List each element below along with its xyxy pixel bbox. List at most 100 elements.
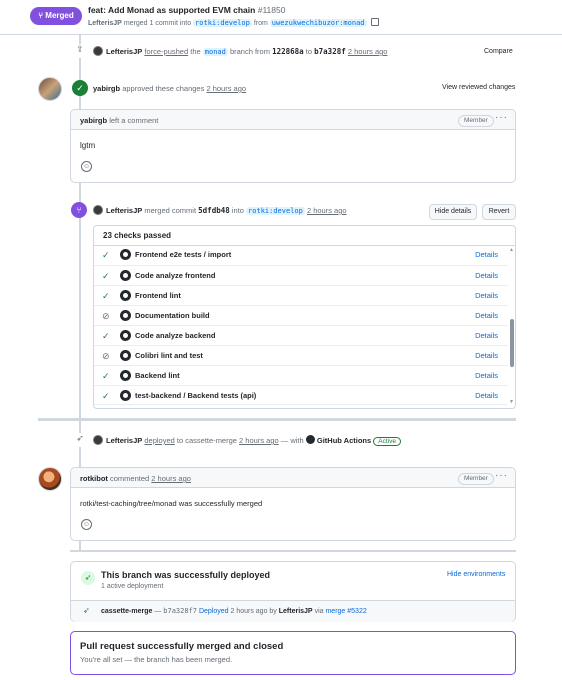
bot-comment: rotkibot commented 2 hours ago Member ··… (70, 467, 516, 541)
check-row: ✓ test-backend / Backend tests (api) Detai… (94, 385, 508, 405)
merge-icon: ⑂ (38, 11, 44, 20)
check-name: test-backend / Backend tests (api) (135, 391, 257, 400)
view-reviewed-changes-button[interactable]: View reviewed changes (442, 84, 515, 91)
member-badge: Member (458, 115, 494, 127)
more-options-icon[interactable]: ··· (495, 470, 508, 481)
check-name: Frontend e2e tests / import (135, 250, 232, 259)
branch-chip[interactable]: monad (202, 48, 228, 56)
check-details-link[interactable]: Details (475, 250, 498, 259)
review-comment: yabirgb left a comment Member ··· lgtm ☺ (70, 109, 516, 183)
github-actions-icon (120, 310, 131, 321)
check-success-icon: ✓ (102, 291, 110, 301)
comment-header: yabirgb left a comment Member ··· (71, 110, 515, 130)
pr-meta: LefterisJP merged 1 commit into rotki:de… (88, 18, 380, 27)
more-options-icon[interactable]: ··· (495, 112, 508, 123)
check-name: Code analyze backend (135, 331, 216, 340)
check-name: Colibri lint and test (135, 351, 203, 360)
comment-body: lgtm (80, 141, 96, 150)
timeline-break (38, 418, 516, 421)
check-row: ✓ Backend lint Details (94, 365, 508, 385)
checks-summary: 23 checks passed (103, 231, 172, 240)
github-actions-icon (120, 350, 131, 361)
deployment-box: ➶ This branch was successfully deployed … (70, 561, 516, 622)
hide-details-button[interactable]: Hide details (429, 204, 477, 220)
head-branch[interactable]: uwezukwechibuzor:monad (269, 19, 367, 27)
check-name: Documentation build (135, 311, 210, 320)
github-actions-icon (120, 249, 131, 260)
force-push-event: LefterisJP force-pushed the monad branch… (93, 46, 387, 56)
active-badge: Active (373, 437, 401, 446)
push-icon: ⇪ (72, 44, 88, 58)
check-row: ⊘ Documentation build Details (94, 305, 508, 325)
member-badge: Member (458, 473, 494, 485)
merged-status-box: Pull request successfully merged and clo… (70, 631, 516, 675)
check-details-link[interactable]: Details (475, 291, 498, 300)
merge-icon: ⑂ (71, 202, 87, 218)
copy-icon[interactable] (371, 18, 380, 26)
check-success-icon: ✓ (102, 271, 110, 281)
merge-event: LefterisJP merged commit 5dfdb48 into ro… (93, 205, 347, 215)
merged-status-title: Pull request successfully merged and clo… (80, 641, 284, 652)
check-name: Backend lint (135, 371, 180, 380)
rocket-icon: ➶ (83, 606, 90, 615)
check-skipped-icon: ⊘ (102, 351, 110, 361)
github-actions-icon (120, 330, 131, 341)
check-success-icon: ✓ (102, 331, 110, 341)
check-row: ✓ Code analyze backend Details (94, 325, 508, 345)
hide-environments-link[interactable]: Hide environments (447, 571, 505, 578)
check-details-link[interactable]: Details (475, 391, 498, 400)
check-success-icon: ✓ (102, 250, 110, 260)
merged-badge: ⑂ Merged (30, 7, 82, 25)
check-details-link[interactable]: Details (475, 351, 498, 360)
deploy-event: LefterisJP deployed to cassette-merge 2 … (93, 435, 401, 446)
scroll-down-icon[interactable]: ▼ (509, 399, 514, 405)
check-details-link[interactable]: Details (475, 371, 498, 380)
header-divider (0, 34, 562, 35)
rocket-icon: ➶ (81, 571, 95, 585)
check-details-link[interactable]: Details (475, 311, 498, 320)
compare-button[interactable]: Compare (484, 48, 513, 55)
check-details-link[interactable]: Details (475, 271, 498, 280)
avatar[interactable] (93, 435, 103, 445)
comment-header: rotkibot commented 2 hours ago Member ··… (71, 468, 515, 488)
avatar[interactable] (38, 77, 62, 101)
deployment-title: This branch was successfully deployed (101, 570, 271, 580)
github-actions-icon (120, 290, 131, 301)
merged-status-subtitle: You're all set — the branch has been mer… (80, 655, 233, 664)
scroll-up-icon[interactable]: ▲ (509, 247, 514, 253)
check-success-icon: ✓ (102, 391, 110, 401)
check-name: Frontend lint (135, 291, 181, 300)
pr-author-link[interactable]: LefterisJP (88, 20, 122, 27)
avatar[interactable] (93, 46, 103, 56)
check-skipped-icon: ⊘ (102, 311, 110, 321)
rocket-icon: ➶ (72, 433, 88, 447)
github-actions-icon (120, 270, 131, 281)
pr-title: feat: Add Monad as supported EVM chain #… (88, 5, 286, 15)
deployment-env-details: cassette-merge — b7a328f7 Deployed 2 hou… (101, 607, 367, 615)
check-list-overflow (94, 404, 507, 405)
avatar[interactable] (93, 205, 103, 215)
branch-chip[interactable]: rotki:develop (246, 207, 305, 215)
check-row: ✓ Frontend lint Details (94, 285, 508, 305)
reaction-icon[interactable]: ☺ (81, 519, 92, 530)
github-actions-icon (305, 435, 315, 444)
base-branch[interactable]: rotki:develop (193, 19, 252, 27)
approved-check-icon: ✓ (72, 80, 88, 96)
deployment-subtitle: 1 active deployment (101, 583, 164, 590)
reaction-icon[interactable]: ☺ (81, 161, 92, 172)
approval-event: yabirgb approved these changes 2 hours a… (93, 84, 247, 93)
check-row: ⊘ Colibri lint and test Details (94, 345, 508, 365)
comment-body: rotki/test-caching/tree/monad was succes… (80, 499, 263, 508)
check-row: ✓ Code analyze frontend Details (94, 265, 508, 285)
scrollbar[interactable]: ▲ ▼ (508, 247, 515, 408)
github-actions-icon (120, 370, 131, 381)
check-name: Code analyze frontend (135, 271, 216, 280)
github-actions-icon (120, 390, 131, 401)
check-row: ✓ Frontend e2e tests / import Details (94, 245, 508, 265)
section-divider (70, 550, 516, 552)
scroll-thumb[interactable] (510, 319, 514, 367)
avatar[interactable] (38, 467, 62, 491)
revert-button[interactable]: Revert (482, 204, 516, 220)
check-details-link[interactable]: Details (475, 331, 498, 340)
check-success-icon: ✓ (102, 371, 110, 381)
